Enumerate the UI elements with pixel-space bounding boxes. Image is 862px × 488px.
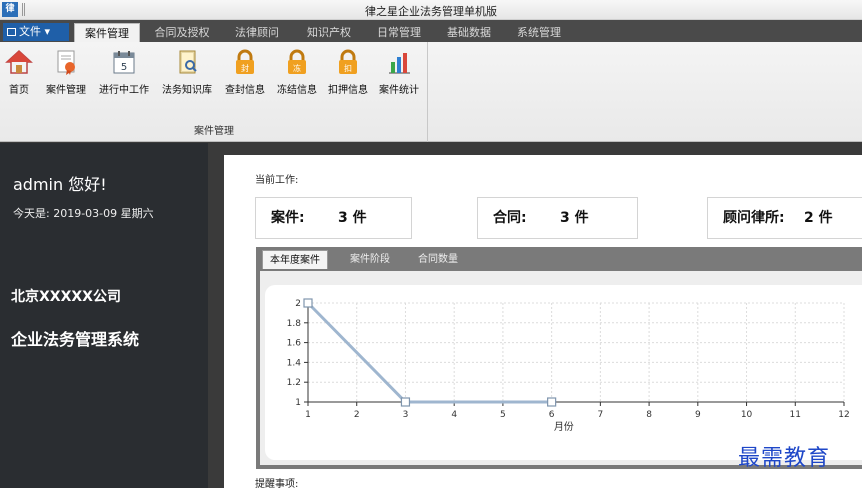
stat-value: 3 件	[338, 210, 367, 226]
stat-contracts: 合同: 3 件	[477, 197, 638, 239]
home-icon	[5, 49, 33, 74]
ribbon: 首页 案件管理 5 进行中工作 法务知识库 封 查封信息 冻 冻结信息 扣 扣押…	[0, 42, 862, 142]
lock-icon: 扣	[339, 49, 357, 74]
chart-frame: 1 1.2 1.4 1.6 1.8 2 1 2 3 4 5 6 7 8 9 10 11 12 月份	[260, 271, 862, 465]
chart-panel: 本年度案件 案件阶段 合同数量 1 1.2 1.4 1.6 1.8 2 1 2 3 4 5 6 7 8 9 1…	[256, 247, 862, 469]
x-tick-label: 4	[451, 410, 457, 420]
case-statistics-label: 案件统计	[379, 85, 419, 96]
case-management-label: 案件管理	[46, 85, 86, 96]
bar-chart-icon	[389, 53, 410, 74]
x-tick-label: 8	[646, 410, 652, 420]
x-tick-label: 2	[354, 410, 360, 420]
freeze-info-label: 冻结信息	[277, 85, 317, 96]
x-tick-label: 1	[305, 410, 311, 420]
chart-area: 1 1.2 1.4 1.6 1.8 2 1 2 3 4 5 6 7 8 9 10 11 12 月份	[265, 285, 862, 460]
y-tick-label: 1.8	[287, 319, 302, 329]
user-greeting: admin 您好!	[13, 175, 107, 194]
file-menu-label: 文件	[19, 25, 41, 38]
data-point	[303, 298, 313, 308]
x-tick-label: 7	[597, 410, 603, 420]
tab-legal-counsel[interactable]: 法律顾问	[224, 23, 290, 42]
x-tick-label: 11	[790, 410, 801, 420]
sidebar: admin 您好! 今天是: 2019-03-09 星期六 北京XXXXX公司 …	[0, 143, 208, 488]
y-tick-label: 1.4	[287, 358, 302, 368]
seizure-info-label: 扣押信息	[328, 85, 368, 96]
tab-contract-count[interactable]: 合同数量	[410, 250, 466, 269]
y-tick-label: 1	[295, 398, 301, 408]
title-bar: 律 律之星企业法务管理单机版	[0, 0, 862, 20]
svg-text:5: 5	[121, 62, 127, 73]
stat-value: 2 件	[804, 210, 833, 226]
seizure-info-button[interactable]: 扣 扣押信息	[323, 48, 373, 102]
ribbon-group-label: 案件管理	[194, 126, 234, 137]
knowledge-base-label: 法务知识库	[162, 85, 212, 96]
series-line	[306, 301, 552, 404]
tab-intellectual-property[interactable]: 知识产权	[296, 23, 362, 42]
y-tick-label: 2	[295, 299, 301, 309]
tab-basic-data[interactable]: 基础数据	[436, 23, 502, 42]
stat-value: 3 件	[560, 210, 589, 226]
lock-icon: 封	[236, 49, 254, 74]
case-statistics-button[interactable]: 案件统计	[374, 48, 424, 102]
home-label: 首页	[9, 85, 29, 96]
case-document-icon	[57, 50, 75, 75]
calendar-icon: 5	[113, 51, 135, 74]
tab-system-management[interactable]: 系统管理	[506, 23, 572, 42]
stat-label: 案件:	[271, 210, 305, 226]
knowledge-base-button[interactable]: 法务知识库	[157, 48, 217, 102]
window-title: 律之星企业法务管理单机版	[365, 5, 497, 18]
ribbon-group-case-management: 首页 案件管理 5 进行中工作 法务知识库 封 查封信息 冻 冻结信息 扣 扣押…	[0, 42, 428, 142]
home-button[interactable]: 首页	[4, 48, 34, 102]
svg-text:扣: 扣	[344, 63, 352, 73]
watermark: 最需教育	[738, 446, 831, 471]
x-tick-label: 5	[500, 410, 506, 420]
menu-bar: 文件 ▾ 案件管理 合同及授权 法律顾问 知识产权 日常管理 基础数据 系统管理	[0, 20, 862, 42]
svg-text:冻: 冻	[293, 63, 301, 73]
work-in-progress-label: 进行中工作	[99, 85, 149, 96]
line-chart: 11.21.41.61.821 2 3 4 5 6 7 8 9 10 11 12月份	[287, 298, 850, 433]
y-tick-label: 1.6	[287, 339, 302, 349]
data-point	[547, 397, 557, 407]
tab-case-management[interactable]: 案件管理	[74, 23, 140, 42]
stat-label: 合同:	[493, 210, 527, 226]
y-tick-label: 1.2	[287, 378, 301, 388]
file-menu-button[interactable]: 文件 ▾	[3, 23, 69, 41]
tab-case-stages[interactable]: 案件阶段	[342, 250, 398, 269]
x-tick-label: 9	[695, 410, 701, 420]
work-in-progress-button[interactable]: 5 进行中工作	[94, 48, 154, 102]
x-tick-label: 10	[741, 410, 753, 420]
x-tick-label: 12	[838, 410, 849, 420]
x-axis-label: 月份	[554, 421, 574, 433]
stat-cases: 案件: 3 件	[255, 197, 412, 239]
tab-contracts[interactable]: 合同及授权	[146, 23, 218, 42]
freeze-info-button[interactable]: 冻 冻结信息	[272, 48, 322, 102]
system-name: 企业法务管理系统	[11, 330, 140, 349]
data-point	[400, 397, 411, 407]
seal-info-label: 查封信息	[225, 85, 265, 96]
current-work-label: 当前工作:	[255, 175, 299, 186]
company-name: 北京XXXXX公司	[11, 289, 121, 305]
stat-label: 顾问律所:	[723, 210, 785, 226]
knowledge-book-icon	[179, 50, 197, 74]
stat-law-firms: 顾问律所: 2 件	[707, 197, 862, 239]
dashboard-panel: 当前工作: 案件: 3 件 合同: 3 件 顾问律所: 2 件 本年度案件 案件…	[224, 155, 862, 488]
x-tick-label: 3	[403, 410, 409, 420]
case-management-button[interactable]: 案件管理	[40, 48, 92, 102]
lock-icon: 冻	[288, 49, 306, 74]
grid-icon	[7, 28, 16, 36]
reminder-label: 提醒事项:	[255, 479, 299, 488]
x-tick-label: 6	[549, 410, 555, 420]
seal-info-button[interactable]: 封 查封信息	[220, 48, 270, 102]
svg-text:封: 封	[241, 63, 249, 73]
today-date: 今天是: 2019-03-09 星期六	[13, 207, 154, 220]
tab-daily-management[interactable]: 日常管理	[366, 23, 432, 42]
tab-yearly-cases[interactable]: 本年度案件	[262, 250, 328, 269]
